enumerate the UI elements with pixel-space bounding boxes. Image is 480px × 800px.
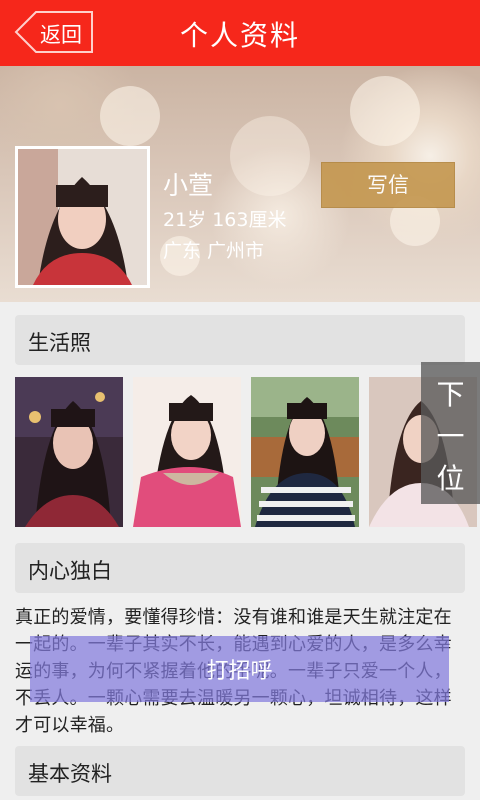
next-label-char-3: 位 [436, 462, 465, 495]
say-hello-button[interactable]: 打招呼 [30, 636, 449, 702]
next-label-char-2: 一 [436, 420, 465, 453]
user-name: 小萱 [163, 171, 214, 200]
next-label-char-1: 下 [436, 378, 465, 411]
monologue-section-title: 内心独白 [28, 559, 112, 583]
photos-section-header: 生活照 [15, 315, 465, 365]
basic-info-section-title: 基本资料 [28, 762, 112, 786]
next-profile-button[interactable]: 下 一 位 [421, 362, 480, 504]
user-location: 广东 广州市 [163, 240, 265, 262]
page-title: 个人资料 [179, 19, 300, 52]
life-photo-2[interactable] [133, 377, 241, 527]
avatar-photo [18, 149, 147, 285]
say-hello-label: 打招呼 [206, 659, 273, 684]
avatar[interactable] [15, 146, 150, 288]
basic-info-section-header: 基本资料 [15, 746, 465, 796]
user-age-height: 21岁 163厘米 [163, 209, 287, 231]
life-photo-3[interactable] [251, 377, 359, 527]
write-letter-button[interactable]: 写信 [321, 162, 455, 208]
photos-section-title: 生活照 [28, 331, 91, 355]
monologue-section-header: 内心独白 [15, 543, 465, 593]
life-photo-1[interactable] [15, 377, 123, 527]
top-bar: 返回 个人资料 [0, 0, 480, 66]
